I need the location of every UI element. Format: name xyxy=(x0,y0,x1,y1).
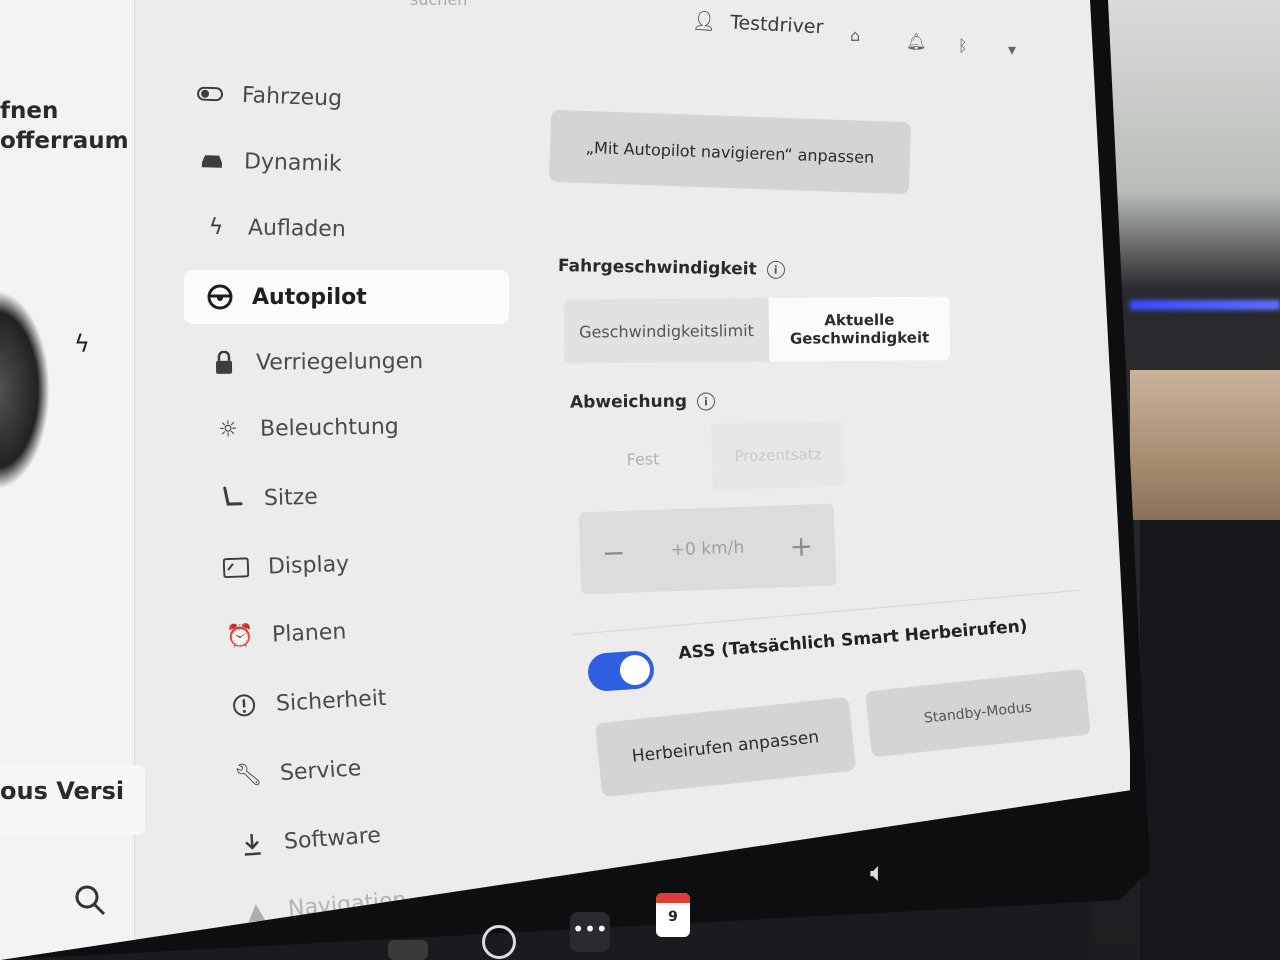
option-speed-limit[interactable]: Geschwindigkeitslimit xyxy=(564,298,770,364)
option-current-speed[interactable]: Aktuelle Geschwindigkeit xyxy=(768,296,951,362)
sidebar-item-label: Display xyxy=(267,551,350,580)
speed-section-label: Fahrgeschwindigkeit i xyxy=(558,256,785,280)
bell-icon[interactable]: 🔔︎ xyxy=(906,32,926,51)
wrench-icon: 🔧︎ xyxy=(233,761,263,789)
calendar-header xyxy=(656,893,690,903)
ambient-light xyxy=(1130,300,1280,310)
bolt-icon: ϟ xyxy=(208,214,224,240)
sidebar-item-label: Service xyxy=(279,755,362,786)
car-action-open[interactable]: fnen xyxy=(0,98,58,124)
settings-sidebar: Fahrzeug Dynamik ϟ Aufladen Autopilot Ve… xyxy=(160,0,520,960)
offset-value: +0 km/h xyxy=(670,537,745,561)
sidebar-item-software[interactable]: Software xyxy=(237,821,382,859)
option-percentage[interactable]: Prozentsatz xyxy=(711,420,845,489)
offset-stepper: − +0 km/h + xyxy=(578,503,837,595)
calendar-app-icon[interactable]: 9 xyxy=(656,893,690,937)
alert-circle-icon xyxy=(229,691,258,720)
sidebar-item-label: Sicherheit xyxy=(275,685,388,717)
sidebar-item-label: Sitze xyxy=(263,484,319,511)
download-icon xyxy=(237,829,267,859)
sidebar-item-label: Fahrzeug xyxy=(241,82,343,112)
charging-bolt-icon: ϟ xyxy=(74,330,90,358)
sidebar-item-dynamik[interactable]: Dynamik xyxy=(198,146,342,178)
search-icon[interactable] xyxy=(70,880,110,920)
bluetooth-icon[interactable]: ᛒ xyxy=(958,36,968,55)
dashboard-dark xyxy=(1140,520,1280,960)
smart-summon-toggle[interactable] xyxy=(586,649,656,693)
search-ghost-text: suchen xyxy=(410,0,467,9)
sidebar-item-label: Autopilot xyxy=(252,284,367,310)
sidebar-item-label: Aufladen xyxy=(247,215,346,242)
user-icon: 👤︎ xyxy=(691,9,717,33)
option-fixed[interactable]: Fest xyxy=(573,423,713,494)
info-icon[interactable]: i xyxy=(766,260,785,279)
more-apps-button[interactable]: ••• xyxy=(570,912,610,952)
toggle-icon xyxy=(196,79,225,108)
sidebar-item-label: Dynamik xyxy=(243,148,342,177)
driver-name: Testdriver xyxy=(729,11,824,38)
button-label: Herbeirufen anpassen xyxy=(630,727,820,767)
sidebar-item-display[interactable]: Display xyxy=(222,550,350,582)
button-label: Standby-Modus xyxy=(923,699,1033,727)
camera-app-icon[interactable] xyxy=(388,940,428,960)
autopilot-app-icon[interactable] xyxy=(482,925,516,959)
offset-mode-selector: Fest Prozentsatz xyxy=(573,420,845,494)
steering-wheel-icon xyxy=(206,283,234,311)
sidebar-item-sitze[interactable]: Sitze xyxy=(218,483,318,514)
smart-summon-label: ASS (Tatsächlich Smart Herbeirufen) xyxy=(677,616,1029,664)
sidebar-item-label: Planen xyxy=(271,618,347,648)
customize-summon-button[interactable]: Herbeirufen anpassen xyxy=(594,696,857,798)
sidebar-item-label: Beleuchtung xyxy=(259,413,399,442)
minus-icon[interactable]: − xyxy=(601,535,626,569)
car-image xyxy=(0,290,50,490)
sun-icon: ☼ xyxy=(217,416,239,443)
seat-icon xyxy=(218,485,247,514)
speed-mode-selector: Geschwindigkeitslimit Aktuelle Geschwind… xyxy=(563,296,951,364)
sidebar-item-label: Verriegelungen xyxy=(255,348,424,376)
offset-section-label: Abweichung i xyxy=(569,391,716,413)
alarm-clock-icon: ⏰ xyxy=(225,622,255,650)
sidebar-item-verriegelungen[interactable]: Verriegelungen xyxy=(210,347,423,377)
car-icon xyxy=(198,146,227,175)
calendar-day: 9 xyxy=(668,909,678,925)
wifi-icon[interactable]: ▾ xyxy=(1008,40,1016,59)
sidebar-item-fahrzeug[interactable]: Fahrzeug xyxy=(196,79,343,112)
section-title: Fahrgeschwindigkeit xyxy=(557,256,757,280)
sidebar-item-aufladen[interactable]: ϟ Aufladen xyxy=(202,213,346,244)
version-text: ous Versi xyxy=(0,777,125,805)
sidebar-item-label: Software xyxy=(283,822,382,855)
sidebar-item-autopilot[interactable]: Autopilot xyxy=(184,270,509,324)
lock-icon xyxy=(210,349,238,377)
volume-icon[interactable]: 🔈︎ xyxy=(870,858,886,889)
section-title: Abweichung xyxy=(569,391,688,413)
driver-profile[interactable]: 👤︎ Testdriver xyxy=(691,9,823,39)
plus-icon[interactable]: + xyxy=(789,529,814,563)
standby-mode-button[interactable]: Standby-Modus xyxy=(865,668,1091,758)
sidebar-item-service[interactable]: 🔧︎ Service xyxy=(233,754,362,790)
sidebar-item-planen[interactable]: ⏰ Planen xyxy=(225,617,347,650)
info-icon[interactable]: i xyxy=(696,392,716,411)
toggle-knob xyxy=(618,654,651,687)
car-action-trunk[interactable]: offerraum xyxy=(0,128,129,154)
display-icon xyxy=(222,553,251,582)
navigate-on-autopilot-button[interactable]: „Mit Autopilot navigieren“ anpassen xyxy=(548,109,912,195)
home-icon[interactable]: ⌂ xyxy=(850,26,860,45)
sidebar-item-sicherheit[interactable]: Sicherheit xyxy=(229,684,387,720)
wood-trim xyxy=(1130,370,1280,520)
sidebar-item-beleuchtung[interactable]: ☼ Beleuchtung xyxy=(214,412,399,443)
button-label: „Mit Autopilot navigieren“ anpassen xyxy=(585,137,875,167)
